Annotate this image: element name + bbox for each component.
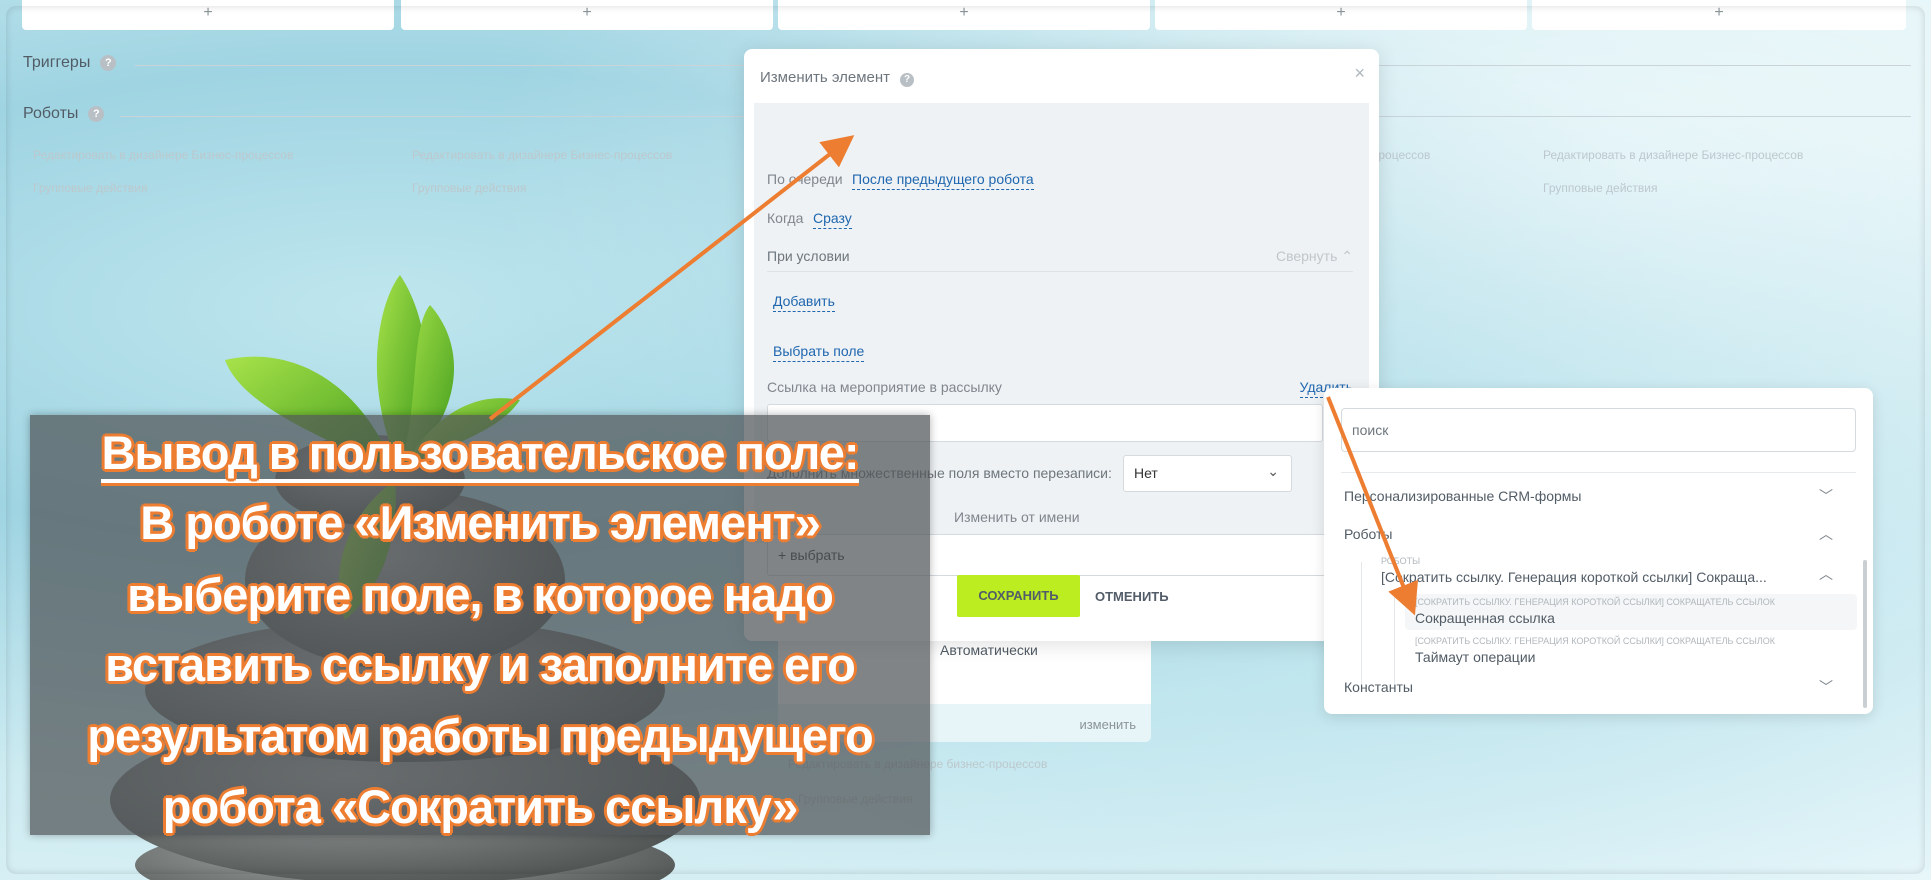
annotation-line: вставить ссылку и заполните его — [105, 638, 856, 691]
close-icon[interactable]: × — [1354, 63, 1365, 84]
chevron-down-icon[interactable]: ﹀ — [1819, 486, 1833, 506]
annotation-line: робота «Сократить ссылку» — [162, 780, 799, 833]
field-label: Ссылка на мероприятие в рассылку — [767, 379, 1002, 395]
field-item-short-link[interactable]: [Сократить ссылку. Генерация короткой сс… — [1405, 594, 1857, 630]
chevron-down-icon: ⌄ — [1267, 463, 1279, 479]
group-actions-link[interactable]: Групповые действия — [33, 181, 148, 195]
field-caption: [Сократить ссылку. Генерация короткой сс… — [1415, 636, 1776, 646]
chevron-up-icon[interactable]: ︿ — [1819, 524, 1833, 544]
group-robots[interactable]: Роботы — [1344, 526, 1392, 542]
group-actions-link[interactable]: Групповые действия — [1543, 181, 1658, 195]
annotation-box: Вывод в пользовательское поле: В роботе … — [30, 415, 930, 835]
field-label: Сокращенная ссылка — [1415, 610, 1555, 626]
annotation-line: В роботе «Изменить элемент» — [140, 496, 820, 549]
group-crm-forms[interactable]: Персонализированные CRM-формы — [1344, 488, 1582, 504]
field-caption: [Сократить ссылку. Генерация короткой сс… — [1415, 597, 1776, 607]
append-select[interactable]: Нет ⌄ — [1123, 455, 1292, 492]
help-icon[interactable]: ? — [88, 106, 105, 122]
add-condition-link[interactable]: Добавить — [773, 293, 835, 312]
as-user-label: Изменить от имени — [954, 509, 1080, 525]
add-column-button[interactable]: + — [401, 0, 773, 30]
field-item-timeout[interactable]: [Сократить ссылку. Генерация короткой сс… — [1405, 634, 1857, 670]
robot-item[interactable]: [Сократить ссылку. Генерация короткой сс… — [1381, 569, 1767, 585]
when-value-link[interactable]: Сразу — [813, 210, 852, 229]
chevron-up-icon: ⌃ — [1341, 248, 1353, 264]
add-column-button[interactable]: + — [1532, 0, 1906, 30]
dialog-title: Изменить элемент? — [760, 69, 915, 87]
search-input[interactable]: поиск — [1341, 408, 1856, 452]
field-label: Таймаут операции — [1415, 649, 1536, 665]
choose-field-link[interactable]: Выбрать поле — [773, 343, 865, 362]
save-button[interactable]: СОХРАНИТЬ — [957, 575, 1080, 617]
annotation-line: результатом работы предыдущего — [87, 709, 874, 762]
card-automatic-label: Автоматически — [940, 642, 1038, 658]
chevron-up-icon[interactable]: ︿ — [1819, 564, 1833, 584]
annotation-title: Вывод в пользовательское поле: — [30, 425, 930, 483]
edit-in-designer-link[interactable]: Редактировать в дизайнере Бизнес-процесс… — [412, 148, 672, 162]
order-label: По очереди — [767, 171, 843, 187]
when-label: Когда — [767, 210, 804, 226]
group-constants[interactable]: Константы — [1344, 679, 1413, 695]
help-icon[interactable]: ? — [900, 73, 915, 87]
add-column-button[interactable]: + — [1155, 0, 1527, 30]
robots-section: Роботы? — [23, 105, 105, 123]
scrollbar[interactable] — [1863, 560, 1867, 708]
divider — [1341, 472, 1856, 473]
robots-title: Роботы — [23, 105, 79, 122]
annotation-line: выберите поле, в которое надо — [127, 568, 834, 621]
edit-in-designer-link[interactable]: Редактировать в дизайнере Бизнес-процесс… — [1543, 148, 1803, 162]
condition-label: При условии — [767, 248, 850, 264]
group-actions-link[interactable]: Групповые действия — [412, 181, 527, 195]
add-column-button[interactable]: + — [22, 0, 394, 30]
triggers-section: Триггеры? — [23, 54, 117, 72]
tree-line — [1394, 594, 1395, 684]
tree-line — [1361, 562, 1362, 684]
chevron-down-icon[interactable]: ﹀ — [1819, 677, 1833, 697]
edit-in-designer-link[interactable]: Редактировать в дизайнере Бизнес-процесс… — [33, 148, 293, 162]
help-icon[interactable]: ? — [100, 55, 117, 71]
cancel-button[interactable]: ОТМЕНИТЬ — [1095, 589, 1169, 604]
card-change-link[interactable]: изменить — [1079, 717, 1136, 732]
field-picker-panel: поиск Персонализированные CRM-формы ﹀ Ро… — [1324, 388, 1873, 714]
divider — [767, 271, 1353, 272]
collapse-button[interactable]: Свернуть ⌃ — [1276, 248, 1353, 265]
add-column-button[interactable]: + — [778, 0, 1150, 30]
robots-caption: РОБОТЫ — [1381, 556, 1421, 566]
order-value-link[interactable]: После предыдущего робота — [852, 171, 1034, 190]
triggers-title: Триггеры — [23, 54, 91, 71]
